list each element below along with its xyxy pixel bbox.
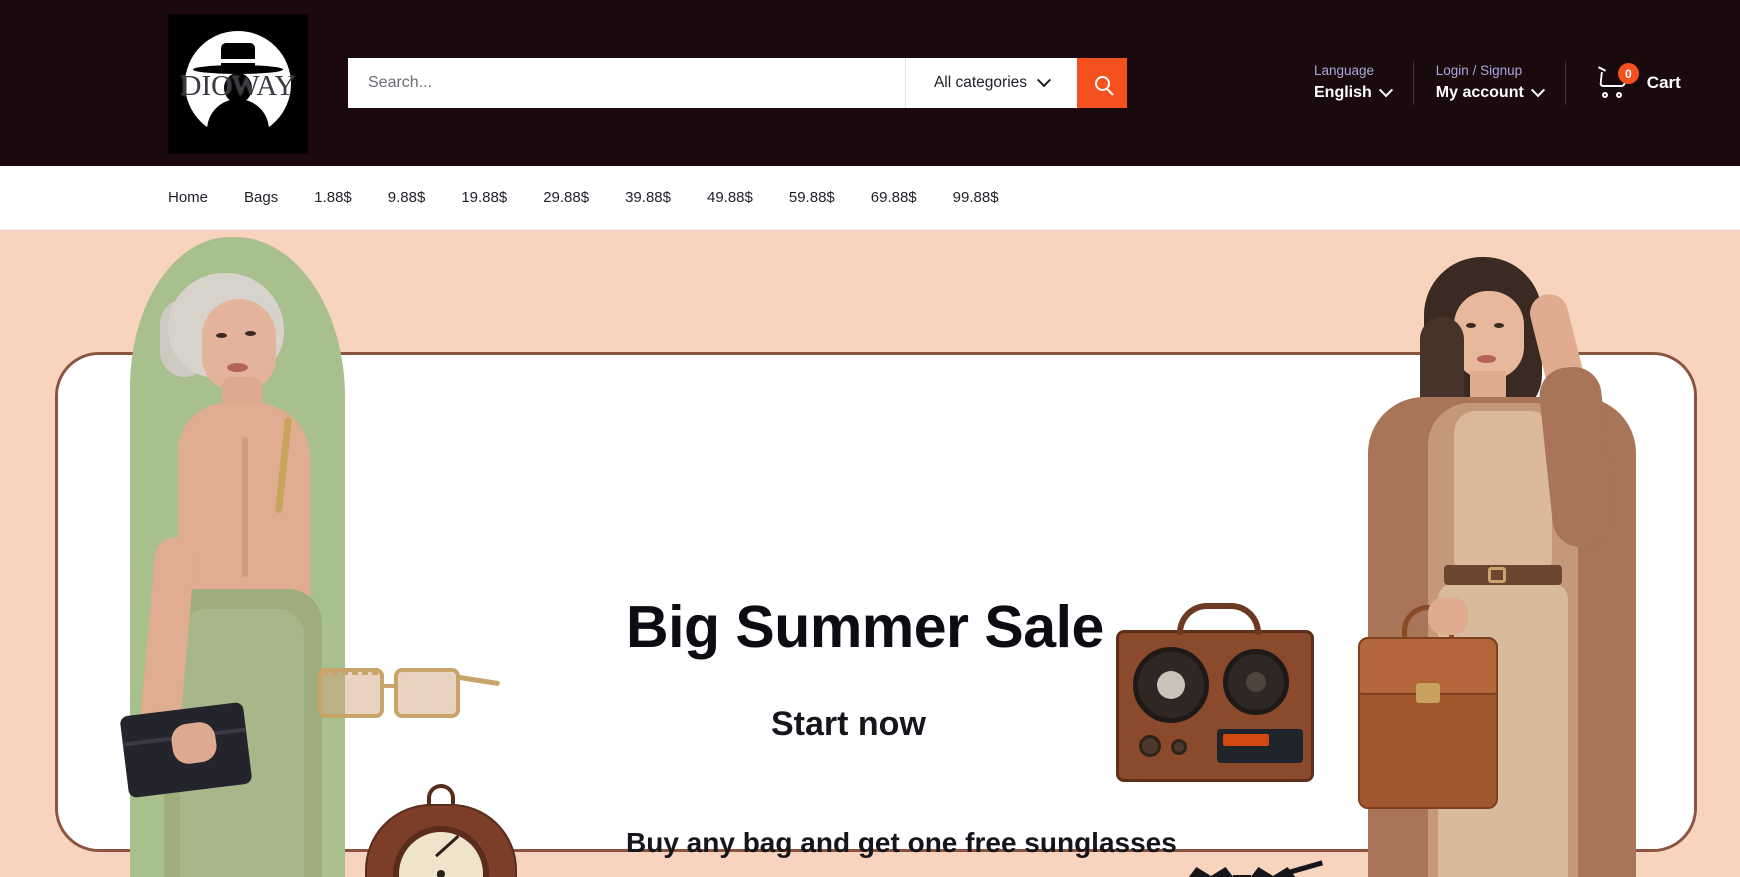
- product-clock-backpack-image: [365, 778, 517, 877]
- model-right-eye-left: [1466, 323, 1476, 328]
- account-menu[interactable]: Login / Signup My account: [1414, 61, 1565, 105]
- logo-hat-crown: [221, 43, 255, 67]
- product-black-heart-sunglasses-upper-image: [1185, 859, 1324, 877]
- language-value[interactable]: English: [1314, 81, 1393, 105]
- hero-banner[interactable]: Big Summer Sale Start now Buy any bag an…: [0, 230, 1740, 877]
- product-gold-sunglasses-image: [318, 662, 501, 724]
- nav-item-6988[interactable]: 69.88$: [853, 189, 935, 206]
- sunglasses-lens-left: [318, 668, 384, 718]
- search-icon: [1094, 75, 1110, 91]
- language-selector[interactable]: Language English: [1292, 61, 1413, 105]
- product-vintage-radio-image: [1116, 603, 1314, 782]
- model-left-lips: [227, 363, 248, 372]
- language-value-text: English: [1314, 84, 1372, 101]
- logo-hat-band: [221, 59, 255, 63]
- nav-item-988[interactable]: 9.88$: [370, 189, 444, 206]
- model-right-hand: [1428, 597, 1468, 635]
- radio-led-display: [1223, 734, 1269, 746]
- cart-label: Cart: [1646, 73, 1681, 92]
- chevron-down-icon: [1530, 83, 1545, 98]
- model-left-eye-right: [245, 331, 256, 336]
- cart-wheel-right: [1615, 92, 1622, 98]
- logo-emblem-icon: DIOWAY: [177, 23, 299, 145]
- nav-item-1988[interactable]: 19.88$: [443, 189, 525, 206]
- search-button[interactable]: [1077, 58, 1127, 108]
- nav-item-5988[interactable]: 59.88$: [771, 189, 853, 206]
- hero-tagline: Buy any bag and get one free sunglasses: [626, 827, 1177, 858]
- model-right-lips: [1477, 355, 1496, 363]
- nav-item-4988[interactable]: 49.88$: [689, 189, 771, 206]
- model-left-spine: [242, 437, 248, 577]
- model-right-face: [1454, 291, 1524, 379]
- category-select[interactable]: All categories: [905, 58, 1077, 108]
- category-select-label: All categories: [933, 74, 1028, 91]
- heart-sunglasses-lens-left: [1185, 867, 1237, 877]
- sunglasses-gold-chain: [322, 668, 380, 675]
- model-right-top: [1454, 411, 1552, 581]
- cart-button[interactable]: 0 Cart: [1566, 63, 1681, 98]
- model-right-eye-right: [1494, 323, 1504, 328]
- primary-nav: Home Bags 1.88$ 9.88$ 19.88$ 29.88$ 39.8…: [0, 166, 1740, 230]
- sunglasses-lens-right: [394, 668, 460, 718]
- radio-speaker-large-center: [1157, 671, 1185, 699]
- login-signup-link[interactable]: Login / Signup: [1436, 61, 1543, 81]
- briefcase-lock: [1416, 683, 1440, 703]
- search-bar: All categories: [348, 58, 1127, 108]
- nav-item-bags[interactable]: Bags: [226, 189, 296, 206]
- model-right-belt-buckle: [1488, 567, 1506, 583]
- site-logo[interactable]: DIOWAY: [168, 14, 308, 154]
- hero-model-right-image: [1358, 247, 1658, 877]
- nav-item-3988[interactable]: 39.88$: [607, 189, 689, 206]
- hero-model-left-image: [119, 237, 345, 877]
- search-input[interactable]: [348, 58, 905, 108]
- cart-count-badge: 0: [1617, 63, 1639, 84]
- header-utility-nav: Language English Login / Signup My accou…: [1292, 52, 1681, 114]
- my-account-text: My account: [1435, 84, 1524, 101]
- nav-item-2988[interactable]: 29.88$: [525, 189, 607, 206]
- nav-item-home[interactable]: Home: [168, 189, 226, 206]
- hero-subtitle: Start now: [771, 705, 926, 743]
- chevron-down-icon: [1378, 83, 1393, 98]
- logo-wordmark: DIOWAY: [180, 70, 296, 102]
- radio-knob-large: [1139, 735, 1161, 757]
- site-header: DIOWAY All categories Language English L…: [0, 0, 1740, 166]
- nav-item-9988[interactable]: 99.88$: [935, 189, 1017, 206]
- chevron-down-icon: [1036, 73, 1052, 88]
- clock-center-pivot: [437, 870, 445, 877]
- sunglasses-temple-arm: [457, 674, 501, 687]
- model-left-eye-left: [216, 333, 227, 338]
- shopping-cart-icon: 0: [1597, 63, 1639, 98]
- cart-wheel-left: [1601, 92, 1608, 98]
- nav-item-188[interactable]: 1.88$: [296, 189, 370, 206]
- my-account-value[interactable]: My account: [1435, 81, 1545, 105]
- radio-knob-small: [1171, 739, 1187, 755]
- radio-carry-handle: [1177, 603, 1261, 635]
- heart-sunglasses-temple-arm: [1288, 860, 1324, 875]
- radio-speaker-small-center: [1243, 669, 1269, 695]
- logo-shoulders: [207, 99, 269, 139]
- hero-title: Big Summer Sale: [626, 594, 1104, 660]
- language-label: Language: [1314, 63, 1375, 78]
